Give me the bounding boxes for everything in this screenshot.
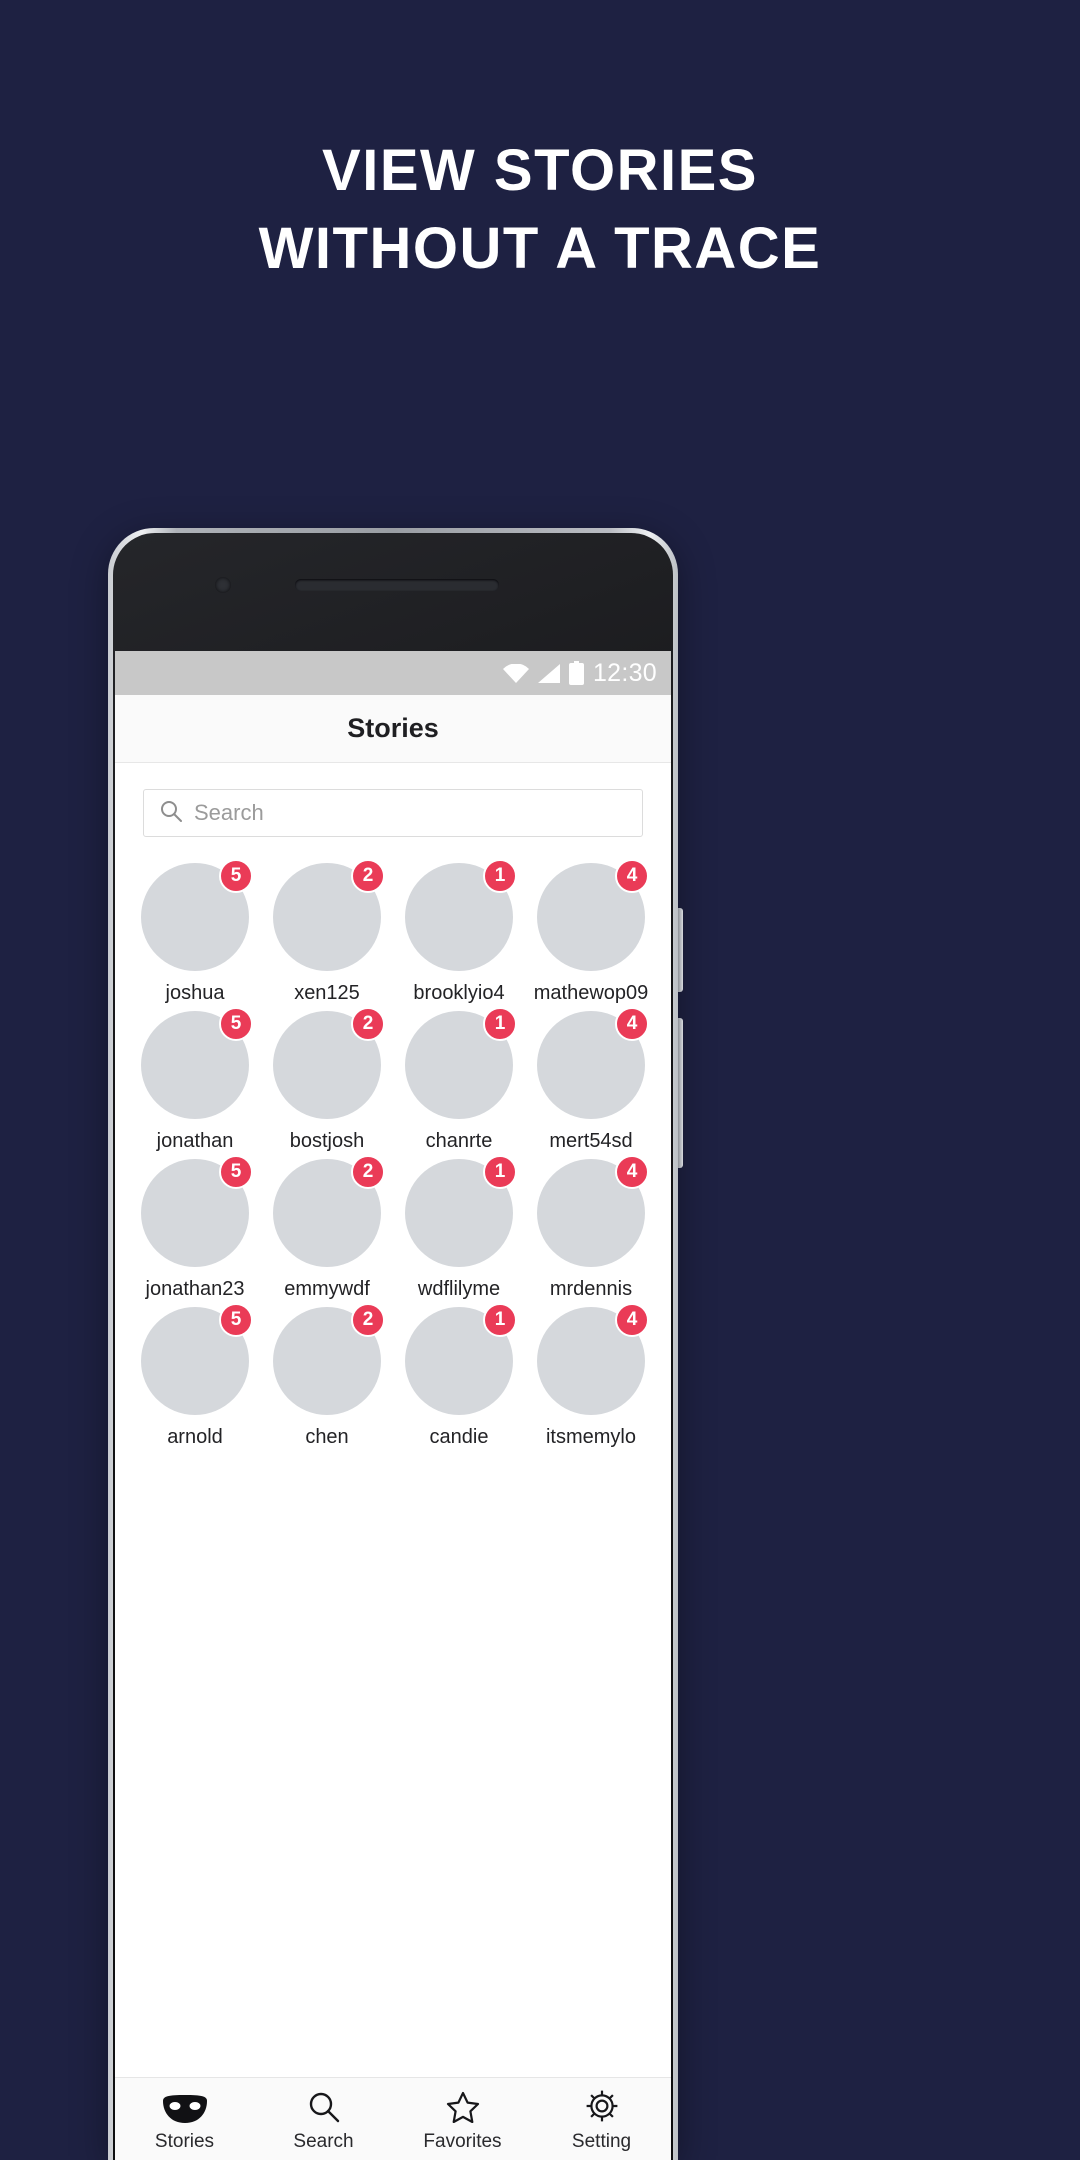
story-count-badge: 5 xyxy=(219,1007,253,1041)
story-count-badge: 4 xyxy=(615,1303,649,1337)
headline-line-1: VIEW STORIES xyxy=(322,138,758,203)
phone-mockup: 12:30 Stories Search 5 joshua 2 xen125 1… xyxy=(108,528,683,2160)
story-username: mert54sd xyxy=(549,1130,633,1152)
story-count-badge: 2 xyxy=(351,1155,385,1189)
story-username: emmywdf xyxy=(284,1278,370,1300)
story-avatar-wrap[interactable]: 1 xyxy=(405,1007,517,1119)
story-cell[interactable]: 4 mathewop09 xyxy=(525,859,657,1005)
phone-power-button xyxy=(678,908,683,992)
search-placeholder: Search xyxy=(194,800,264,825)
story-username: brooklyio4 xyxy=(413,982,505,1004)
story-avatar-wrap[interactable]: 1 xyxy=(405,859,517,971)
front-camera-icon xyxy=(215,577,231,593)
story-username: wdflilyme xyxy=(417,1278,501,1300)
mask-icon xyxy=(161,2089,209,2123)
story-avatar-wrap[interactable]: 1 xyxy=(405,1155,517,1267)
search-icon xyxy=(160,800,182,827)
nav-label-search: Search xyxy=(293,2130,354,2152)
story-avatar-wrap[interactable]: 4 xyxy=(537,1007,649,1119)
nav-label-setting: Setting xyxy=(571,2130,632,2152)
story-username: xen125 xyxy=(294,982,360,1004)
nav-item-favorites[interactable]: Favorites xyxy=(393,2089,532,2153)
story-avatar-wrap[interactable]: 5 xyxy=(141,1155,253,1267)
story-count-badge: 4 xyxy=(615,1155,649,1189)
story-username: chen xyxy=(305,1426,349,1448)
status-bar-time: 12:30 xyxy=(592,658,657,687)
story-avatar-wrap[interactable]: 5 xyxy=(141,1303,253,1415)
story-cell[interactable]: 2 bostjosh xyxy=(261,1007,393,1153)
bottom-navigation: Stories Search Favorites Setting xyxy=(115,2077,671,2160)
story-count-badge: 1 xyxy=(483,1303,517,1337)
story-cell[interactable]: 2 emmywdf xyxy=(261,1155,393,1301)
story-cell[interactable]: 4 itsmemylo xyxy=(525,1303,657,1449)
story-cell[interactable]: 1 chanrte xyxy=(393,1007,525,1153)
story-username: jonathan xyxy=(156,1130,234,1152)
story-count-badge: 2 xyxy=(351,1303,385,1337)
story-cell[interactable]: 2 chen xyxy=(261,1303,393,1449)
story-cell[interactable]: 5 arnold xyxy=(129,1303,261,1449)
story-cell[interactable]: 4 mrdennis xyxy=(525,1155,657,1301)
story-username: bostjosh xyxy=(289,1130,365,1152)
status-bar: 12:30 xyxy=(115,651,671,695)
gear-icon xyxy=(585,2089,619,2123)
story-count-badge: 1 xyxy=(483,1155,517,1189)
story-username: mathewop09 xyxy=(533,982,649,1004)
story-username: itsmemylo xyxy=(545,1426,636,1448)
story-avatar-wrap[interactable]: 5 xyxy=(141,1007,253,1119)
promo-headline: VIEW STORIES WITHOUT A TRACE xyxy=(0,132,1080,288)
story-count-badge: 5 xyxy=(219,1155,253,1189)
headline-line-2: WITHOUT A TRACE xyxy=(258,216,822,281)
story-cell[interactable]: 5 joshua xyxy=(129,859,261,1005)
story-count-badge: 5 xyxy=(219,1303,253,1337)
search-section: Search xyxy=(115,763,671,841)
story-username: mrdennis xyxy=(549,1278,633,1300)
story-avatar-wrap[interactable]: 1 xyxy=(405,1303,517,1415)
nav-item-setting[interactable]: Setting xyxy=(532,2089,671,2153)
story-cell[interactable]: 1 wdflilyme xyxy=(393,1155,525,1301)
story-username: chanrte xyxy=(425,1130,493,1152)
story-avatar-wrap[interactable]: 2 xyxy=(273,1007,385,1119)
story-username: jonathan23 xyxy=(145,1278,245,1300)
battery-icon xyxy=(568,661,584,685)
story-avatar-wrap[interactable]: 2 xyxy=(273,1303,385,1415)
star-icon xyxy=(446,2089,480,2123)
nav-item-stories[interactable]: Stories xyxy=(115,2089,254,2153)
story-cell[interactable]: 5 jonathan23 xyxy=(129,1155,261,1301)
story-username: candie xyxy=(429,1426,489,1448)
story-count-badge: 1 xyxy=(483,1007,517,1041)
story-cell[interactable]: 1 candie xyxy=(393,1303,525,1449)
story-avatar-wrap[interactable]: 2 xyxy=(273,1155,385,1267)
story-count-badge: 2 xyxy=(351,859,385,893)
app-bar: Stories xyxy=(115,695,671,763)
story-cell[interactable]: 1 brooklyio4 xyxy=(393,859,525,1005)
phone-screen: 12:30 Stories Search 5 joshua 2 xen125 1… xyxy=(115,651,671,2160)
nav-label-stories: Stories xyxy=(154,2130,215,2152)
phone-volume-button xyxy=(678,1018,683,1168)
nav-item-search[interactable]: Search xyxy=(254,2089,393,2153)
wifi-icon xyxy=(502,663,529,683)
story-cell[interactable]: 2 xen125 xyxy=(261,859,393,1005)
story-username: arnold xyxy=(167,1426,223,1448)
story-count-badge: 2 xyxy=(351,1007,385,1041)
nav-label-favorites: Favorites xyxy=(423,2130,502,2152)
story-avatar-wrap[interactable]: 4 xyxy=(537,859,649,971)
earpiece-speaker xyxy=(295,579,499,591)
story-count-badge: 5 xyxy=(219,859,253,893)
story-count-badge: 1 xyxy=(483,859,517,893)
stories-grid: 5 joshua 2 xen125 1 brooklyio4 4 mathewop09 5 jon… xyxy=(115,841,671,2077)
page-title: Stories xyxy=(347,713,439,743)
story-cell[interactable]: 4 mert54sd xyxy=(525,1007,657,1153)
story-count-badge: 4 xyxy=(615,859,649,893)
phone-bezel: 12:30 Stories Search 5 joshua 2 xen125 1… xyxy=(113,533,673,2160)
search-icon xyxy=(308,2089,340,2123)
story-count-badge: 4 xyxy=(615,1007,649,1041)
story-username: joshua xyxy=(165,982,225,1004)
story-avatar-wrap[interactable]: 5 xyxy=(141,859,253,971)
story-avatar-wrap[interactable]: 2 xyxy=(273,859,385,971)
search-input[interactable]: Search xyxy=(143,789,643,837)
story-avatar-wrap[interactable]: 4 xyxy=(537,1303,649,1415)
signal-icon xyxy=(537,663,560,683)
story-cell[interactable]: 5 jonathan xyxy=(129,1007,261,1153)
story-avatar-wrap[interactable]: 4 xyxy=(537,1155,649,1267)
